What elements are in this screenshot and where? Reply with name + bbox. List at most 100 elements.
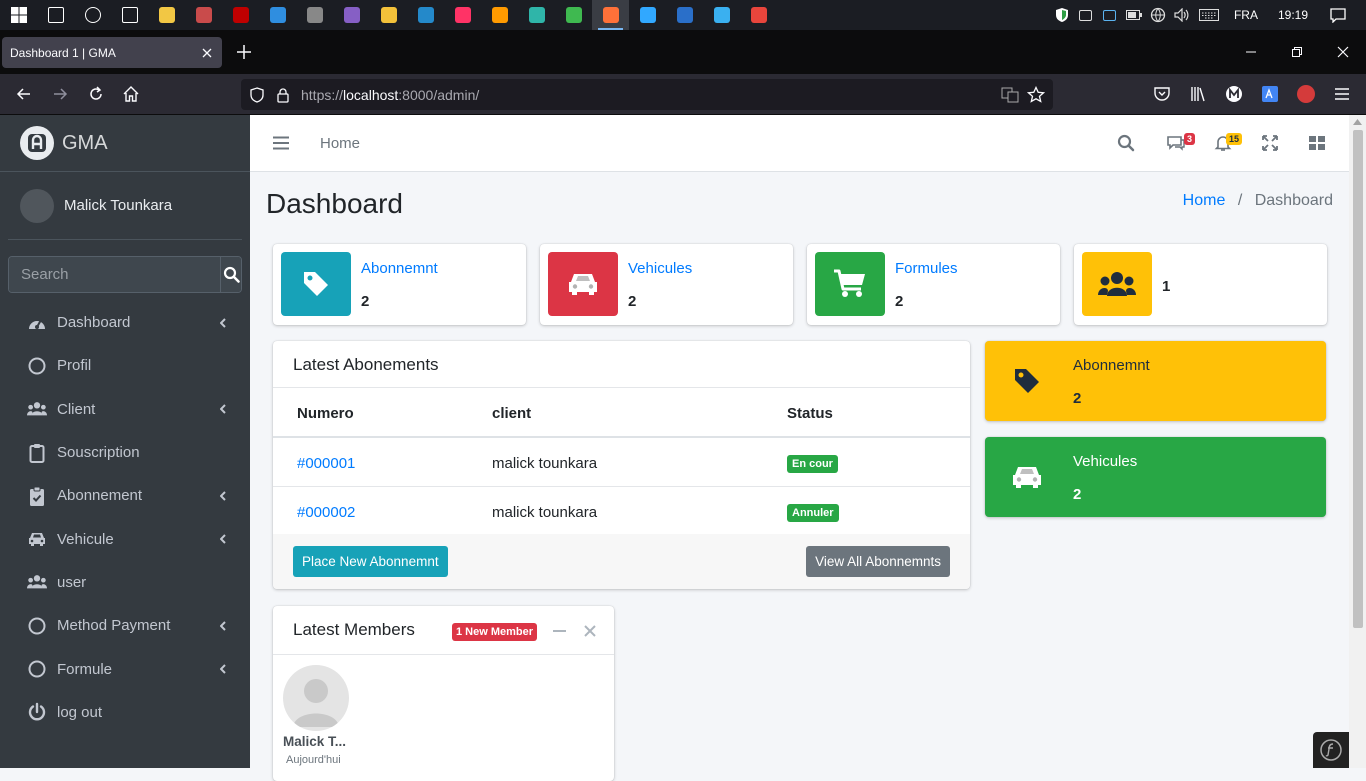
network-icon[interactable] (1146, 0, 1170, 30)
chrome-icon[interactable] (740, 0, 777, 30)
info-box: Vehicules 2 (540, 244, 793, 325)
column-header-status: Status (787, 405, 833, 422)
users-icon (1082, 252, 1152, 316)
search-input[interactable] (9, 257, 220, 292)
sidebar-item-client[interactable]: Client (0, 388, 250, 431)
explorer-icon[interactable] (370, 0, 407, 30)
store-icon[interactable] (148, 0, 185, 30)
close-icon[interactable] (584, 625, 596, 637)
input-language[interactable]: FRA (1224, 8, 1268, 22)
sidebar-item-profil[interactable]: Profil (0, 344, 250, 387)
account-icon[interactable] (1224, 84, 1244, 104)
edge-icon[interactable] (518, 0, 555, 30)
battery-icon[interactable] (1122, 0, 1146, 30)
symfony-toolbar-icon[interactable] (1313, 732, 1349, 768)
address-bar[interactable]: https://localhost:8000/admin/ (241, 79, 1053, 110)
back-icon[interactable] (14, 84, 34, 104)
new-tab-icon[interactable] (234, 42, 254, 62)
sidebar-item-abonnement[interactable]: Abonnement (0, 474, 250, 517)
search-button[interactable] (220, 257, 241, 292)
sidebar-menu: Dashboard Profil Client Souscription Abonnem… (0, 301, 250, 734)
scrollbar-thumb[interactable] (1353, 130, 1363, 628)
app-icon[interactable] (555, 0, 592, 30)
browser-tab[interactable]: Dashboard 1 | GMA (2, 37, 222, 68)
chevron-left-icon (220, 317, 226, 328)
reload-icon[interactable] (86, 84, 106, 104)
pocket-icon[interactable] (1152, 84, 1172, 104)
breadcrumb-separator: / (1237, 192, 1243, 209)
task-view-icon[interactable] (111, 0, 148, 30)
illustrator-icon[interactable] (481, 0, 518, 30)
brand-text: GMA (62, 131, 108, 154)
clock[interactable]: 19:19 (1268, 8, 1318, 22)
info-box-label[interactable]: Abonnemnt (361, 260, 438, 277)
control-sidebar-icon[interactable] (1308, 134, 1326, 152)
mail-icon[interactable] (259, 0, 296, 30)
cortana-icon[interactable] (74, 0, 111, 30)
breadcrumb: Home / Dashboard (1183, 192, 1333, 210)
filezilla-icon[interactable] (222, 0, 259, 30)
topnav-home-link[interactable]: Home (320, 135, 360, 152)
photoshop-icon[interactable] (629, 0, 666, 30)
messages-icon[interactable] (1166, 134, 1185, 152)
user-name[interactable]: Malick Tounkara (64, 197, 172, 214)
media-icon[interactable] (296, 0, 333, 30)
adblock-plus-icon[interactable] (1296, 84, 1316, 104)
sidebar-item-user[interactable]: user (0, 561, 250, 604)
minimize-icon[interactable] (1241, 42, 1261, 62)
content-header: Dashboard Home / Dashboard (250, 172, 1349, 244)
keyboard-icon[interactable] (1194, 0, 1224, 30)
url-text[interactable]: https://localhost:8000/admin/ (301, 87, 479, 103)
lock-icon[interactable] (275, 87, 291, 103)
fullscreen-icon[interactable] (1261, 134, 1279, 152)
sidebar-item-log-out[interactable]: log out (0, 691, 250, 734)
sidebar-item-formule[interactable]: Formule (0, 647, 250, 690)
vscode-icon[interactable] (407, 0, 444, 30)
sidebar-item-souscription[interactable]: Souscription (0, 431, 250, 474)
abonement-number-link[interactable]: #000001 (297, 455, 355, 472)
display-icon[interactable] (1098, 0, 1122, 30)
menu-icon[interactable] (1332, 84, 1352, 104)
translate-extension-icon[interactable] (1260, 84, 1280, 104)
shield-icon[interactable] (1050, 0, 1074, 30)
collapse-icon[interactable] (553, 630, 566, 632)
place-new-abonnemnt-button[interactable]: Place New Abonnemnt (293, 546, 448, 577)
sidebar-item-vehicule[interactable]: Vehicule (0, 517, 250, 560)
restore-icon[interactable] (1287, 42, 1307, 62)
clipboard-check-icon (27, 486, 47, 506)
sidebar-item-method-payment[interactable]: Method Payment (0, 604, 250, 647)
notification-center-icon[interactable] (1318, 0, 1358, 30)
sidebar-toggle-icon[interactable] (273, 136, 289, 150)
sidebar-item-dashboard[interactable]: Dashboard (0, 301, 250, 344)
info-box-label[interactable]: Vehicules (628, 260, 692, 277)
translate-icon[interactable] (1001, 86, 1019, 104)
volume-icon[interactable] (1170, 0, 1194, 30)
search-icon[interactable] (1117, 134, 1135, 152)
abonement-number-link[interactable]: #000002 (297, 504, 355, 521)
user-panel[interactable]: Malick Tounkara (8, 172, 242, 240)
app-icon[interactable] (185, 0, 222, 30)
view-all-abonnemnts-button[interactable]: View All Abonnemnts (806, 546, 950, 577)
search-icon[interactable] (37, 0, 74, 30)
firefox-icon[interactable] (592, 0, 629, 30)
member-avatar[interactable] (283, 665, 349, 731)
library-icon[interactable] (1188, 84, 1208, 104)
tracking-protection-icon[interactable] (249, 86, 265, 103)
member-name[interactable]: Malick T... (283, 734, 346, 749)
info-box-number: 2 (895, 293, 904, 310)
forward-icon[interactable] (50, 84, 70, 104)
device-icon[interactable] (1074, 0, 1098, 30)
windows-start-icon[interactable] (0, 0, 37, 30)
bookmark-star-icon[interactable] (1027, 86, 1045, 104)
brand-link[interactable]: GMA (0, 115, 250, 172)
visual-studio-icon[interactable] (333, 0, 370, 30)
app-icon[interactable] (703, 0, 740, 30)
info-box-label[interactable]: Formules (895, 260, 958, 277)
breadcrumb-home-link[interactable]: Home (1183, 192, 1226, 209)
powershell-icon[interactable] (666, 0, 703, 30)
home-icon[interactable] (121, 84, 141, 104)
close-tab-icon[interactable] (200, 46, 214, 60)
page-scrollbar[interactable] (1349, 115, 1366, 768)
close-window-icon[interactable] (1333, 42, 1353, 62)
indesign-icon[interactable] (444, 0, 481, 30)
